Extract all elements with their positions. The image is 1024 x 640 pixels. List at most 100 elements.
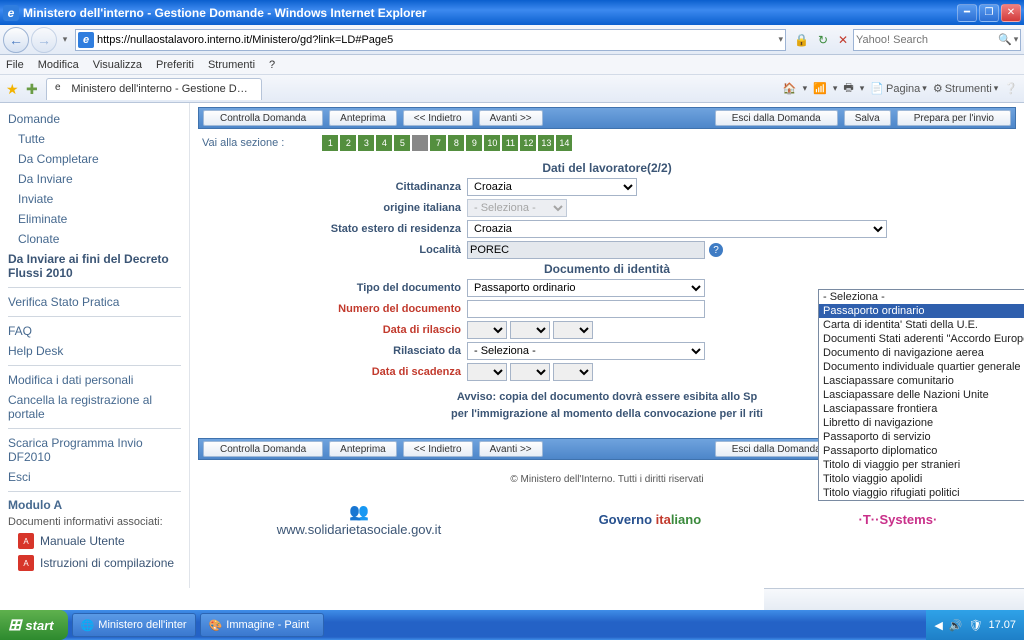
sidebar-item-tutte[interactable]: Tutte — [8, 129, 181, 149]
section-page-4[interactable]: 4 — [376, 135, 392, 151]
refresh-button[interactable]: ↻ — [813, 30, 833, 50]
logo-solidarieta[interactable]: 👥 www.solidarietasociale.gov.it — [277, 502, 442, 537]
taskbar-item-paint[interactable]: 🎨Immagine - Paint — [200, 613, 324, 637]
tools-menu[interactable]: ⚙Strumenti▾ — [933, 82, 998, 95]
section-page-9[interactable]: 9 — [466, 135, 482, 151]
section-page-2[interactable]: 2 — [340, 135, 356, 151]
home-icon[interactable]: 🏠 — [783, 82, 797, 95]
select-cittadinanza[interactable]: Croazia — [467, 178, 637, 196]
sidebar-item-esci[interactable]: Esci — [8, 467, 181, 487]
help-icon[interactable]: ? — [709, 243, 723, 257]
controlla-button[interactable]: Controlla Domanda — [203, 441, 323, 457]
logo-governo[interactable]: Governo italiano — [599, 512, 702, 527]
dropdown-option[interactable]: Passaporto diplomatico — [819, 444, 1024, 458]
browser-tab[interactable]: e Ministero dell'interno - Gestione Doma… — [46, 78, 262, 100]
tray-icon[interactable]: 🔊 — [949, 619, 963, 632]
sidebar-item-domande[interactable]: Domande — [8, 109, 181, 129]
maximize-button[interactable]: ❐ — [979, 4, 999, 22]
section-page-10[interactable]: 10 — [484, 135, 500, 151]
section-page-6[interactable] — [412, 135, 428, 151]
menu-favorites[interactable]: Preferiti — [156, 59, 194, 71]
section-page-8[interactable]: 8 — [448, 135, 464, 151]
logo-tsystems[interactable]: ·T··Systems· — [859, 512, 938, 527]
nav-history-dropdown[interactable]: ▾ — [59, 34, 71, 45]
avanti-button[interactable]: Avanti >> — [479, 110, 543, 126]
sidebar-item-dainviare[interactable]: Da Inviare — [8, 169, 181, 189]
start-button[interactable]: ⊞start — [0, 610, 68, 640]
menu-file[interactable]: File — [6, 59, 24, 71]
feeds-icon[interactable]: 📶 — [813, 82, 827, 95]
sidebar-item-decretoflussi[interactable]: Da Inviare ai fini del Decreto Flussi 20… — [8, 249, 181, 283]
select-statoestero[interactable]: Croazia — [467, 220, 887, 238]
sidebar-item-modifica[interactable]: Modifica i dati personali — [8, 370, 181, 390]
dropdown-option[interactable]: - Seleziona - — [819, 290, 1024, 304]
page-menu[interactable]: 📄Pagina▾ — [870, 82, 927, 95]
prepara-button[interactable]: Prepara per l'invio — [897, 110, 1011, 126]
indietro-button[interactable]: << Indietro — [403, 441, 473, 457]
help-icon[interactable]: ❔ — [1004, 82, 1018, 95]
select-tipodoc[interactable]: Passaporto ordinario — [467, 279, 705, 297]
forward-button[interactable]: → — [31, 27, 57, 53]
section-page-7[interactable]: 7 — [430, 135, 446, 151]
sidebar-item-helpdesk[interactable]: Help Desk — [8, 341, 181, 361]
dropdown-option[interactable]: Titolo viaggio rifugiati politici — [819, 486, 1024, 500]
tray-icon[interactable]: 🛡 — [969, 619, 983, 632]
salva-button[interactable]: Salva — [844, 110, 891, 126]
section-page-5[interactable]: 5 — [394, 135, 410, 151]
avanti-button[interactable]: Avanti >> — [479, 441, 543, 457]
anteprima-button[interactable]: Anteprima — [329, 110, 397, 126]
search-dropdown-icon[interactable]: ▾ — [1014, 34, 1019, 45]
esci-button[interactable]: Esci dalla Domanda — [715, 110, 838, 126]
sidebar-item-scarica[interactable]: Scarica Programma Invio DF2010 — [8, 433, 181, 467]
sidebar-item-eliminate[interactable]: Eliminate — [8, 209, 181, 229]
anteprima-button[interactable]: Anteprima — [329, 441, 397, 457]
sidebar-item-clonate[interactable]: Clonate — [8, 229, 181, 249]
taskbar-item-ie[interactable]: 🌐Ministero dell'interno ... — [72, 613, 196, 637]
menu-edit[interactable]: Modifica — [38, 59, 79, 71]
sidebar-item-cancella[interactable]: Cancella la registrazione al portale — [8, 390, 181, 424]
section-page-11[interactable]: 11 — [502, 135, 518, 151]
dropdown-option[interactable]: Lasciapassare frontiera — [819, 402, 1024, 416]
url-field-wrap[interactable]: e ▾ — [75, 29, 786, 51]
url-dropdown-icon[interactable]: ▾ — [779, 34, 784, 45]
menu-help[interactable]: ? — [269, 59, 275, 71]
tray-icon[interactable]: ◀ — [934, 619, 942, 632]
search-input[interactable] — [856, 34, 998, 46]
print-icon[interactable]: 🖶 — [843, 79, 853, 98]
url-input[interactable] — [97, 34, 779, 46]
sidebar-item-inviate[interactable]: Inviate — [8, 189, 181, 209]
menu-view[interactable]: Visualizza — [93, 59, 142, 71]
dropdown-option[interactable]: Lasciapassare delle Nazioni Unite — [819, 388, 1024, 402]
back-button[interactable]: ← — [3, 27, 29, 53]
section-page-3[interactable]: 3 — [358, 135, 374, 151]
sidebar-item-faq[interactable]: FAQ — [8, 321, 181, 341]
sidebar-item-verifica[interactable]: Verifica Stato Pratica — [8, 292, 181, 312]
indietro-button[interactable]: << Indietro — [403, 110, 473, 126]
section-page-13[interactable]: 13 — [538, 135, 554, 151]
search-box[interactable]: 🔍 ▾ — [853, 29, 1021, 51]
system-tray[interactable]: ◀ 🔊 🛡 17.07 — [926, 610, 1024, 640]
minimize-button[interactable]: ━ — [957, 4, 977, 22]
sidebar-doc-manuale[interactable]: AManuale Utente — [8, 530, 181, 552]
dropdown-option[interactable]: Libretto di navigazione — [819, 416, 1024, 430]
select-rilasciatoda[interactable]: - Seleziona - — [467, 342, 705, 360]
dropdown-option[interactable]: Documento di navigazione aerea — [819, 346, 1024, 360]
controlla-button[interactable]: Controlla Domanda — [203, 110, 323, 126]
tipodoc-dropdown-list[interactable]: - Seleziona -Passaporto ordinarioCarta d… — [818, 289, 1024, 501]
date-scadenza[interactable] — [467, 363, 593, 381]
menu-tools[interactable]: Strumenti — [208, 59, 255, 71]
input-numerodoc[interactable] — [467, 300, 705, 318]
sidebar-item-dacompletare[interactable]: Da Completare — [8, 149, 181, 169]
dropdown-option[interactable]: Carta di identita' Stati della U.E. — [819, 318, 1024, 332]
close-button[interactable]: ✕ — [1001, 4, 1021, 22]
date-rilascio[interactable] — [467, 321, 593, 339]
section-page-12[interactable]: 12 — [520, 135, 536, 151]
add-favorites-icon[interactable]: ✚ — [26, 81, 42, 97]
search-go-icon[interactable]: 🔍 — [998, 33, 1012, 46]
stop-button[interactable]: ✕ — [833, 30, 853, 50]
section-page-14[interactable]: 14 — [556, 135, 572, 151]
dropdown-option[interactable]: Titolo di viaggio per stranieri — [819, 458, 1024, 472]
dropdown-option[interactable]: Lasciapassare comunitario — [819, 374, 1024, 388]
dropdown-option[interactable]: Documenti Stati aderenti "Accordo Europe… — [819, 332, 1024, 346]
section-page-1[interactable]: 1 — [322, 135, 338, 151]
